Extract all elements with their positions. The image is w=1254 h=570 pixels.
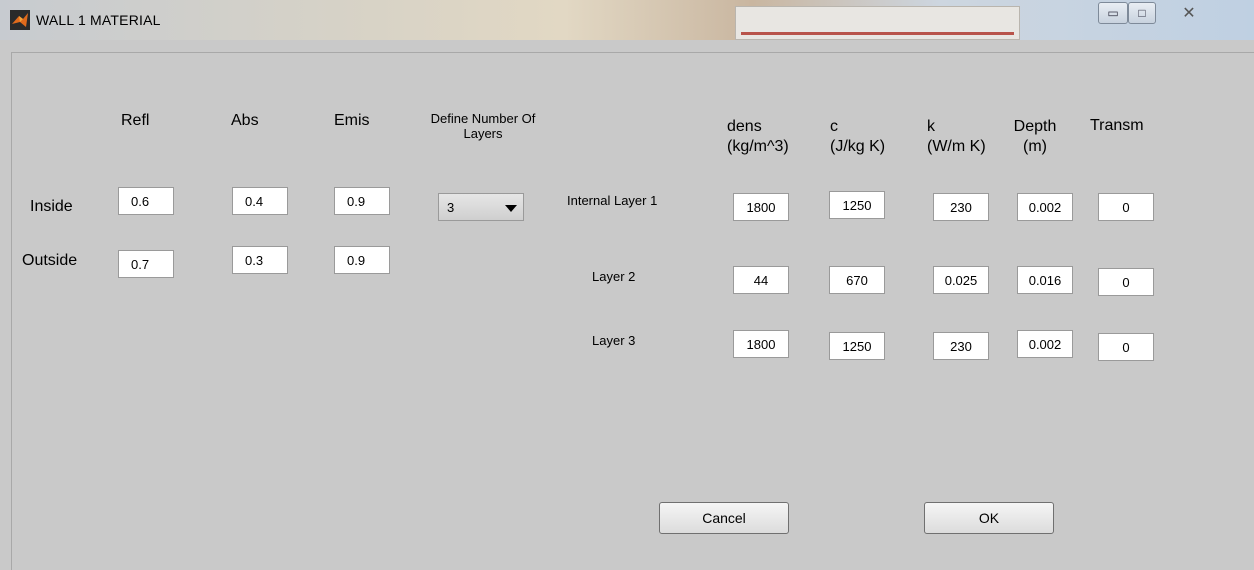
inside-abs-input[interactable] <box>232 187 288 215</box>
close-button[interactable]: ✕ <box>1166 2 1212 24</box>
depth-header: Depth (m) <box>1005 117 1065 157</box>
k-header: k (W/m K) <box>927 117 986 157</box>
minimize-icon: ▭ <box>1107 6 1119 20</box>
layer-2-transm-input[interactable] <box>1098 268 1154 296</box>
layer-1-label: Internal Layer 1 <box>567 193 658 208</box>
matlab-icon <box>10 10 30 30</box>
layer-2-label: Layer 2 <box>592 269 636 284</box>
c-line2: (J/kg K) <box>830 138 886 155</box>
title-bar: WALL 1 MATERIAL ▭ □ ✕ <box>0 0 1254 40</box>
k-line1: k <box>927 118 935 135</box>
maximize-icon: □ <box>1138 6 1146 20</box>
layer-1-depth-input[interactable] <box>1017 193 1073 221</box>
dens-line1: dens <box>727 118 762 135</box>
define-layers-line2: Layers <box>463 126 503 141</box>
layer-3-k-input[interactable] <box>933 332 989 360</box>
num-layers-value: 3 <box>447 200 455 215</box>
layer-1-transm-input[interactable] <box>1098 193 1154 221</box>
window-title: WALL 1 MATERIAL <box>36 12 161 28</box>
outside-label: Outside <box>22 252 78 269</box>
transm-header: Transm <box>1090 117 1144 134</box>
minimize-button[interactable]: ▭ <box>1098 2 1128 24</box>
cancel-button[interactable]: Cancel <box>659 502 789 534</box>
refl-header: Refl <box>121 112 150 129</box>
layer-2-c-input[interactable] <box>829 266 885 294</box>
dens-header: dens (kg/m^3) <box>727 117 789 157</box>
num-layers-select[interactable]: 3 <box>438 193 524 221</box>
layer-2-k-input[interactable] <box>933 266 989 294</box>
abs-header: Abs <box>231 112 259 129</box>
define-layers-header: Define Number Of Layers <box>408 111 558 141</box>
outside-abs-input[interactable] <box>232 246 288 274</box>
define-layers-line1: Define Number Of <box>430 111 536 126</box>
layer-3-transm-input[interactable] <box>1098 333 1154 361</box>
layer-1-dens-input[interactable] <box>733 193 789 221</box>
layer-3-depth-input[interactable] <box>1017 330 1073 358</box>
c-header: c (J/kg K) <box>830 117 885 157</box>
layer-1-k-input[interactable] <box>933 193 989 221</box>
inside-label: Inside <box>30 198 73 215</box>
layer-3-label: Layer 3 <box>592 333 636 348</box>
ok-button[interactable]: OK <box>924 502 1054 534</box>
layer-2-dens-input[interactable] <box>733 266 789 294</box>
layer-1-c-input[interactable] <box>829 191 885 219</box>
chevron-down-icon <box>505 205 517 212</box>
maximize-button[interactable]: □ <box>1128 2 1156 24</box>
background-window <box>735 6 1020 40</box>
depth-line2: (m) <box>1023 138 1047 155</box>
k-line2: (W/m K) <box>927 138 986 155</box>
close-icon: ✕ <box>1182 5 1196 22</box>
depth-line1: Depth <box>1013 118 1057 135</box>
dialog-body <box>11 52 1254 570</box>
emis-header: Emis <box>334 112 370 129</box>
outside-emis-input[interactable] <box>334 246 390 274</box>
layer-3-dens-input[interactable] <box>733 330 789 358</box>
layer-2-depth-input[interactable] <box>1017 266 1073 294</box>
outside-refl-input[interactable] <box>118 250 174 278</box>
dens-line2: (kg/m^3) <box>727 138 789 155</box>
layer-3-c-input[interactable] <box>829 332 885 360</box>
inside-refl-input[interactable] <box>118 187 174 215</box>
c-line1: c <box>830 118 838 135</box>
inside-emis-input[interactable] <box>334 187 390 215</box>
